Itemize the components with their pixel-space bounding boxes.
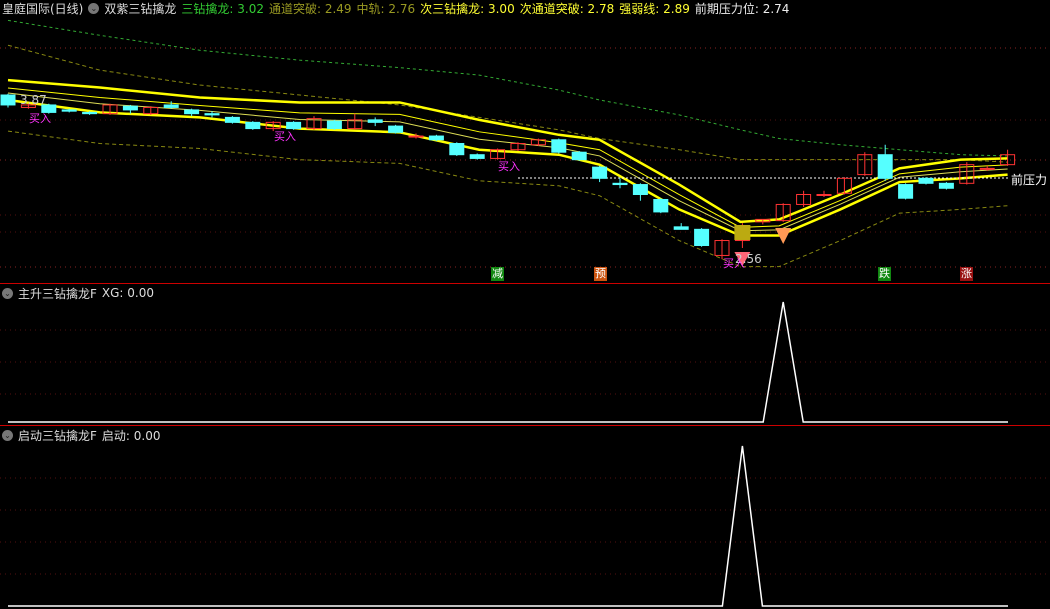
panel3-header: ⌄ 启动三钻擒龙F 启动: 0.00 [2, 427, 160, 443]
chevron-down-icon[interactable]: ⌄ [2, 429, 13, 441]
xg-indicator-panel[interactable] [0, 0, 1050, 609]
qidong-line [8, 445, 1008, 607]
panel3-value: 启动: 0.00 [101, 428, 161, 443]
xg-line [8, 301, 1008, 423]
panel3-title[interactable]: 启动三钻擒龙F [18, 427, 97, 444]
